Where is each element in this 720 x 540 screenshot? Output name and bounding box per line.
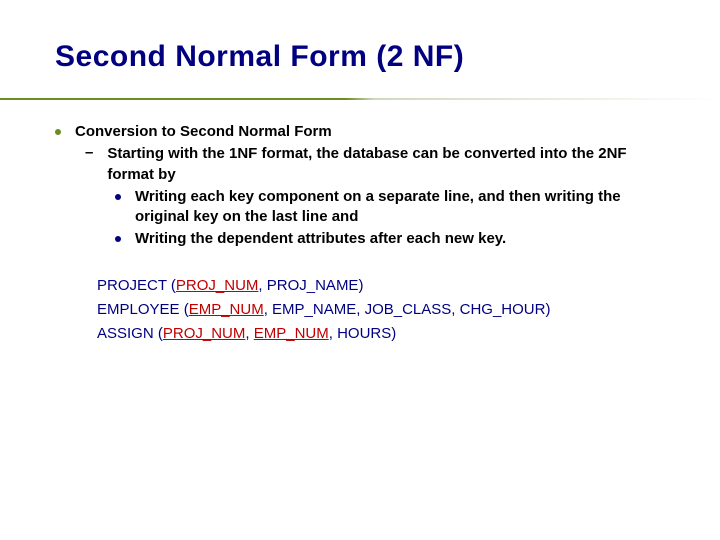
bullet-text: Conversion to Second Normal Form (75, 122, 332, 142)
attrs-rest: , PROJ_NAME) (258, 277, 363, 294)
bullet-dot-icon (115, 236, 121, 242)
slide-title: Second Normal Form (2 NF) (55, 40, 670, 74)
slide: Second Normal Form (2 NF) Conversion to … (0, 0, 720, 376)
dash-icon: – (85, 143, 93, 163)
schema-line-project: PROJECT (PROJ_NUM, PROJ_NAME) (97, 274, 670, 298)
comma: , (245, 325, 253, 342)
bullet-text: Writing the dependent attributes after e… (135, 229, 506, 249)
bullet-level3: Writing each key component on a separate… (115, 187, 670, 228)
relation-name: PROJECT (97, 277, 167, 294)
key-attr: PROJ_NUM (163, 325, 246, 342)
schema-line-assign: ASSIGN (PROJ_NUM, EMP_NUM, HOURS) (97, 322, 670, 346)
attrs-rest: , EMP_NAME, JOB_CLASS, CHG_HOUR) (264, 301, 551, 318)
bullet-dot-icon (115, 194, 121, 200)
bullet-level2: – Starting with the 1NF format, the data… (85, 144, 670, 185)
bullet-text: Starting with the 1NF format, the databa… (107, 144, 670, 185)
bullet-dot-icon (55, 129, 61, 135)
open-paren: ( (154, 325, 163, 342)
bullet-text: Writing each key component on a separate… (135, 187, 670, 228)
schema-block: PROJECT (PROJ_NUM, PROJ_NAME) EMPLOYEE (… (97, 274, 670, 346)
open-paren: ( (180, 301, 189, 318)
title-underline (0, 98, 720, 100)
bullet-level1: Conversion to Second Normal Form (55, 122, 670, 142)
attrs-rest: , HOURS) (329, 325, 397, 342)
schema-line-employee: EMPLOYEE (EMP_NUM, EMP_NAME, JOB_CLASS, … (97, 298, 670, 322)
open-paren: ( (167, 277, 176, 294)
bullet-level3: Writing the dependent attributes after e… (115, 229, 670, 249)
key-attr: EMP_NUM (189, 301, 264, 318)
key-attr: EMP_NUM (254, 325, 329, 342)
key-attr: PROJ_NUM (176, 277, 259, 294)
relation-name: ASSIGN (97, 325, 154, 342)
relation-name: EMPLOYEE (97, 301, 180, 318)
